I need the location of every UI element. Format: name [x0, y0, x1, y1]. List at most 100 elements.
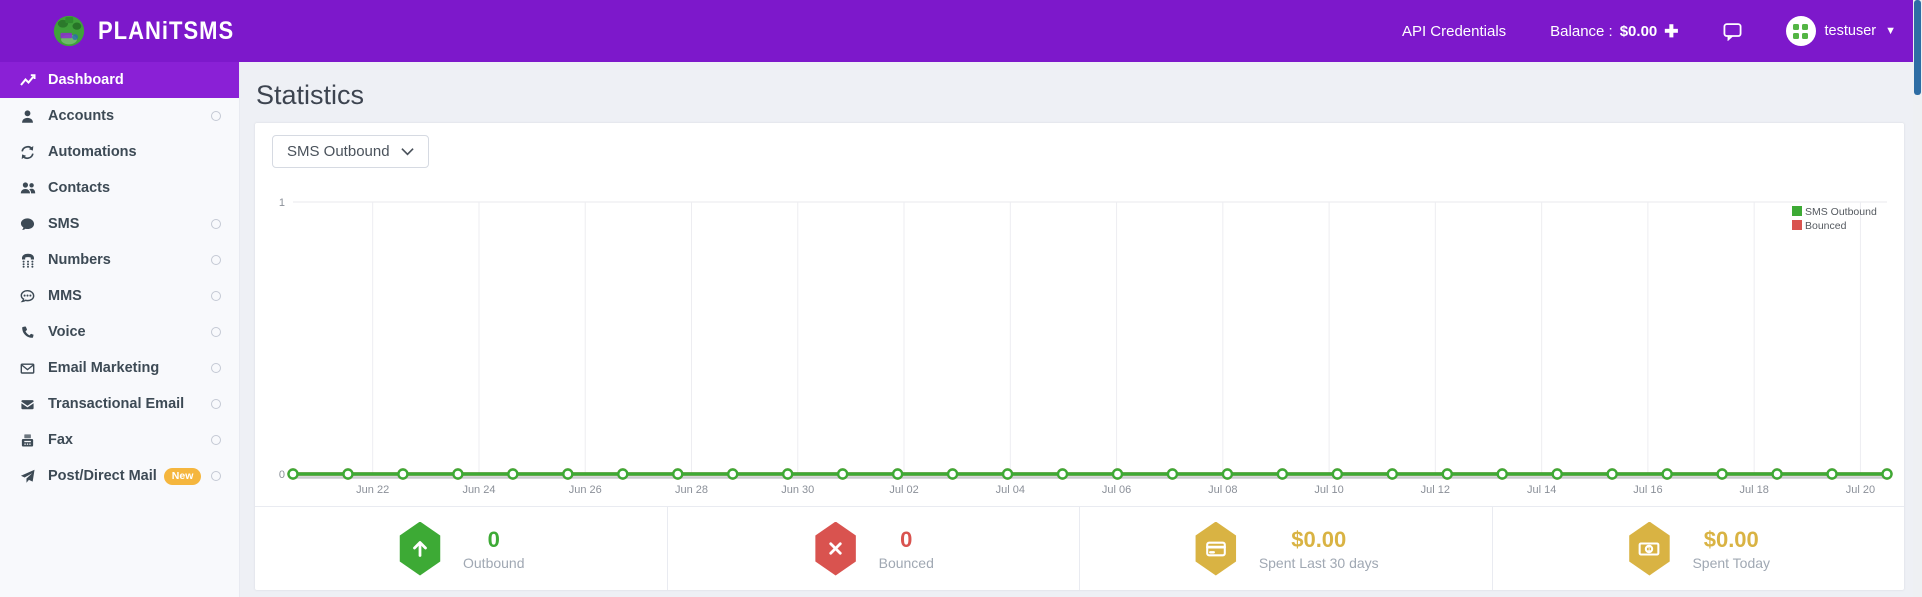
- sidebar-item-label: Transactional Email: [48, 396, 185, 412]
- svg-text:Jul 18: Jul 18: [1739, 484, 1768, 496]
- stat-value: 0: [487, 526, 500, 552]
- fax-icon: [19, 432, 36, 449]
- stat-label: Spent Today: [1692, 554, 1771, 571]
- sidebar-item-label: MMS: [48, 288, 82, 304]
- vertical-scrollbar[interactable]: [1913, 0, 1922, 597]
- statistics-chart: 1 0 Jun 22 Jun 24 Jun 26 Jun 28 Jun 30 Jul 02 Ju…: [279, 197, 1893, 496]
- metric-dropdown[interactable]: SMS Outbound: [272, 135, 429, 168]
- sidebar-item-email-marketing[interactable]: Email Marketing: [0, 350, 239, 386]
- chart-line-icon: [19, 72, 36, 89]
- x-icon: [815, 521, 856, 576]
- svg-text:Jul 08: Jul 08: [1208, 484, 1237, 496]
- scrollbar-thumb[interactable]: [1914, 0, 1921, 95]
- svg-text:0: 0: [279, 469, 285, 481]
- user-icon: [19, 108, 36, 125]
- money-bill-icon: 1: [1629, 521, 1670, 576]
- sidebar-item-fax[interactable]: Fax: [0, 422, 239, 458]
- sidebar-item-label: SMS: [48, 216, 80, 232]
- expand-circle-icon: [211, 219, 221, 229]
- sidebar-item-contacts[interactable]: Contacts: [0, 170, 239, 206]
- expand-circle-icon: [211, 255, 221, 265]
- svg-text:Jul 12: Jul 12: [1421, 484, 1450, 496]
- stat-spent-today: 1 $0.00 Spent Today: [1491, 507, 1905, 590]
- paper-plane-icon: [19, 468, 36, 485]
- sidebar-item-label: Automations: [48, 144, 137, 160]
- svg-text:1: 1: [1648, 546, 1652, 553]
- api-credentials-link[interactable]: API Credentials: [1402, 23, 1506, 40]
- stat-label: Spent Last 30 days: [1258, 554, 1379, 571]
- balance-value: $0.00: [1619, 22, 1658, 40]
- sidebar-item-label: Fax: [48, 432, 73, 448]
- sidebar-item-numbers[interactable]: Numbers: [0, 242, 239, 278]
- svg-text:Jul 02: Jul 02: [889, 484, 918, 496]
- stat-spent-30-days: $0.00 Spent Last 30 days: [1079, 507, 1492, 590]
- sidebar-item-mms[interactable]: MMS: [0, 278, 239, 314]
- sidebar-item-label: Dashboard: [48, 72, 124, 88]
- svg-text:Jun 30: Jun 30: [781, 484, 814, 496]
- credit-card-icon: [1195, 521, 1237, 576]
- comment-icon: [19, 216, 36, 233]
- svg-text:Jul 20: Jul 20: [1846, 484, 1875, 496]
- new-badge: New: [163, 467, 202, 485]
- svg-text:1: 1: [279, 197, 285, 209]
- stat-label: Bounced: [878, 554, 934, 571]
- envelope-open-icon: [19, 360, 36, 377]
- svg-text:Jul 14: Jul 14: [1527, 484, 1556, 496]
- sidebar-item-dashboard[interactable]: Dashboard: [0, 62, 239, 98]
- stat-bounced: 0 Bounced: [666, 507, 1080, 590]
- expand-circle-icon: [211, 399, 221, 409]
- expand-circle-icon: [211, 291, 221, 301]
- chat-icon[interactable]: [1723, 22, 1742, 41]
- chart-area: 1 0 Jun 22 Jun 24 Jun 26 Jun 28 Jun 30 Jul 02 Ju…: [255, 168, 1904, 506]
- svg-text:Bounced: Bounced: [1805, 220, 1847, 232]
- top-bar: PLANiTSMS API Credentials Balance : $0.0…: [0, 0, 1922, 62]
- svg-text:Jul 04: Jul 04: [996, 484, 1025, 496]
- statistics-card: SMS Outbound 1 0 Jun 22 Jun 24 Jun 26 Jun 28 J…: [255, 123, 1904, 590]
- keypad-icon: [19, 252, 36, 269]
- sidebar-item-sms[interactable]: SMS: [0, 206, 239, 242]
- envelope-icon: [19, 396, 36, 413]
- svg-text:Jun 22: Jun 22: [356, 484, 389, 496]
- sync-icon: [19, 144, 36, 161]
- sidebar-item-label: Voice: [48, 324, 86, 340]
- stat-value: $0.00: [1291, 526, 1347, 552]
- top-nav: API Credentials Balance : $0.00 ✚ testus…: [1402, 16, 1896, 46]
- balance-display: Balance : $0.00 ✚: [1550, 23, 1678, 40]
- brand-name: PLANiTSMS: [98, 16, 235, 45]
- arrow-up-icon: [399, 521, 441, 576]
- page-title: Statistics: [256, 80, 365, 110]
- svg-text:SMS Outbound: SMS Outbound: [1805, 206, 1877, 218]
- app-window: PLANiTSMS API Credentials Balance : $0.0…: [0, 0, 1922, 597]
- main-content: Statistics SMS Outbound 1 0 Jun 22 Jun 24 Ju…: [240, 62, 1922, 597]
- user-menu[interactable]: testuser ▼: [1785, 16, 1896, 46]
- summary-stats-row: 0 Outbound 0 Bounced $0.00 Spent Last 30…: [255, 506, 1904, 590]
- sidebar-item-label: Accounts: [48, 108, 115, 124]
- svg-text:Jun 28: Jun 28: [675, 484, 708, 496]
- phone-icon: [19, 324, 36, 341]
- brand-logo[interactable]: PLANiTSMS: [52, 14, 234, 48]
- svg-text:Jun 24: Jun 24: [462, 484, 495, 496]
- sidebar-item-transactional-email[interactable]: Transactional Email: [0, 386, 239, 422]
- svg-text:Jul 10: Jul 10: [1314, 484, 1343, 496]
- sidebar-item-voice[interactable]: Voice: [0, 314, 239, 350]
- metric-dropdown-value: SMS Outbound: [287, 143, 390, 160]
- sidebar-item-post-direct-mail[interactable]: Post/Direct Mail New: [0, 458, 239, 494]
- expand-circle-icon: [211, 111, 221, 121]
- planet-logo-icon: [53, 15, 85, 47]
- sidebar-item-automations[interactable]: Automations: [0, 134, 239, 170]
- chevron-down-icon: [400, 148, 414, 156]
- sidebar: Dashboard Accounts Automations Contacts …: [0, 62, 240, 597]
- chart-filter-row: SMS Outbound: [255, 123, 1904, 168]
- stat-value: 0: [900, 526, 913, 552]
- balance-label: Balance :: [1550, 22, 1613, 40]
- sidebar-item-accounts[interactable]: Accounts: [0, 98, 239, 134]
- comment-dots-icon: [19, 288, 36, 305]
- expand-circle-icon: [211, 327, 221, 337]
- expand-circle-icon: [211, 363, 221, 373]
- sidebar-item-label: Numbers: [48, 252, 111, 268]
- chevron-down-icon: ▼: [1885, 25, 1896, 37]
- sidebar-item-label: Post/Direct Mail: [48, 468, 157, 484]
- svg-text:Jul 06: Jul 06: [1102, 484, 1131, 496]
- add-funds-button[interactable]: ✚: [1664, 23, 1678, 40]
- svg-text:Jun 26: Jun 26: [569, 484, 602, 496]
